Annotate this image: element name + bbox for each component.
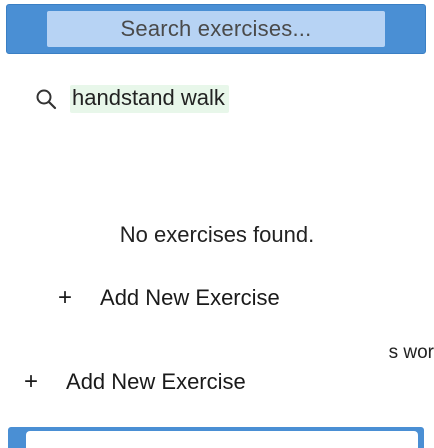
search-query-text: handstand walk — [70, 85, 229, 113]
add-new-exercise-button-background: + Add New Exercise — [24, 368, 246, 396]
plus-icon: + — [24, 368, 39, 395]
search-exercises-button[interactable]: Search exercises... — [6, 4, 426, 54]
bottom-search-bar — [8, 427, 424, 448]
plus-icon: + — [58, 284, 73, 311]
bottom-search-bar-inner — [26, 431, 418, 448]
add-new-exercise-label: Add New Exercise — [66, 369, 246, 394]
search-icon — [36, 89, 57, 110]
no-results-message: No exercises found. — [119, 222, 315, 247]
search-query-row[interactable]: handstand walk — [34, 82, 229, 116]
add-new-exercise-button[interactable]: + Add New Exercise — [58, 284, 280, 312]
background-clipped-text: s wor — [388, 342, 434, 363]
search-button-label: Search exercises... — [120, 16, 312, 41]
add-new-exercise-label: Add New Exercise — [100, 285, 280, 310]
